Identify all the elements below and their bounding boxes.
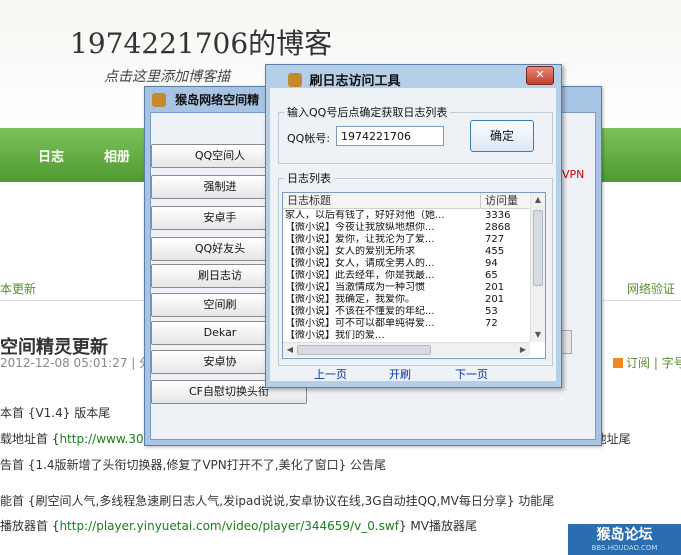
- player-link[interactable]: http://player.yinyuetai.com/video/player…: [59, 519, 399, 533]
- column-header-count[interactable]: 访问量: [485, 193, 518, 208]
- qq-input-group-title: 输入QQ号后点确定获取日志列表: [284, 104, 451, 120]
- houdao-watermark: 猴岛论坛 BBS.HOUDAO.COM: [568, 524, 681, 555]
- scroll-down-arrow-icon[interactable]: ▼: [531, 328, 545, 342]
- list-item[interactable]: 【微小说】女人，请成全男人的... 94: [283, 258, 529, 269]
- list-item[interactable]: 【微小说】不该在不懂爱的年纪... 53: [283, 306, 529, 317]
- main-tool-title: 猴岛网络空间精: [175, 93, 260, 107]
- horizontal-scroll-thumb[interactable]: [297, 345, 431, 355]
- app-icon: [152, 92, 166, 107]
- diary-list[interactable]: 日志标题 访问量 家人，以后有钱了，好好对他（她... 3336 【微小说】今夜让…: [282, 192, 546, 359]
- column-separator[interactable]: [480, 193, 481, 208]
- vertical-scrollbar[interactable]: ▲ ▼: [530, 193, 545, 342]
- diary-tool-titlebar[interactable]: 刷日志访问工具: [288, 70, 401, 89]
- qq-account-input[interactable]: 1974221706: [336, 126, 444, 146]
- watermark-text: 猴岛论坛: [596, 527, 653, 543]
- post-meta: 2012-12-08 05:01:27 | 分类: [0, 356, 164, 370]
- qq-account-label: QQ帐号:: [287, 132, 331, 145]
- breadcrumb-next[interactable]: 网络验证: [627, 280, 675, 297]
- confirm-button[interactable]: 确定: [470, 120, 534, 152]
- list-item[interactable]: 【微小说】今夜让我放纵地想你... 2868: [283, 222, 529, 233]
- post-line-player: 播放器首 {http://player.yinyuetai.com/video/…: [0, 519, 477, 533]
- rss-icon: [613, 358, 623, 368]
- app-icon: [288, 72, 302, 87]
- watermark-url: BBS.HOUDAO.COM: [591, 544, 658, 552]
- post-line-notice: 告首 {1.4版新增了头衔切换器,修复了VPN打开不了,美化了窗口} 公告尾: [0, 458, 387, 472]
- list-item[interactable]: 家人，以后有钱了，好好对他（她... 3336: [283, 210, 529, 221]
- diary-tool-title: 刷日志访问工具: [309, 74, 401, 89]
- blog-title[interactable]: 1974221706的博客: [70, 22, 332, 62]
- vpn-label: VPN: [562, 168, 585, 181]
- horizontal-scrollbar[interactable]: ◀ ▶: [283, 342, 530, 357]
- list-item[interactable]: 【微小说】当激情成为一种习惯 201: [283, 282, 529, 293]
- nav-item-album[interactable]: 相册: [104, 146, 130, 165]
- list-item[interactable]: 【微小说】此去经年，你是我最... 65: [283, 270, 529, 281]
- diary-list-group-title: 日志列表: [284, 170, 334, 186]
- post-line-version: 本首 {V1.4} 版本尾: [0, 406, 111, 420]
- list-item[interactable]: 【微小说】女人的爱别无所求 455: [283, 246, 529, 257]
- list-item[interactable]: 【微小说】爱你，让我沦为了爱... 727: [283, 234, 529, 245]
- post-line-features: 能首 {刷空间人气,多线程急速刷日志人气,发ipad说说,安卓协议在线,3G自动…: [0, 494, 555, 508]
- list-item[interactable]: 【微小说】我们的爱...: [283, 330, 529, 341]
- nav-item-diary[interactable]: 日志: [38, 146, 64, 165]
- list-item[interactable]: 【微小说】我确定，我爱你。 201: [283, 294, 529, 305]
- scroll-up-arrow-icon[interactable]: ▲: [531, 193, 545, 207]
- scroll-left-arrow-icon[interactable]: ◀: [283, 343, 297, 357]
- rss-label[interactable]: 订阅 | 字号: [626, 356, 681, 370]
- vertical-scroll-thumb[interactable]: [533, 210, 543, 286]
- scroll-right-arrow-icon[interactable]: ▶: [516, 343, 530, 357]
- list-item[interactable]: 【微小说】可不可以都单纯得爱... 72: [283, 318, 529, 329]
- next-page-link[interactable]: 下一页: [455, 366, 488, 382]
- start-refresh-link[interactable]: 开刷: [389, 366, 411, 382]
- prev-page-link[interactable]: 上一页: [314, 366, 347, 382]
- close-button[interactable]: ✕: [526, 66, 554, 85]
- column-header-title[interactable]: 日志标题: [287, 193, 331, 208]
- blog-description-prompt[interactable]: 点击这里添加博客描: [104, 66, 230, 86]
- rss-subscribe[interactable]: 订阅 | 字号: [613, 354, 681, 371]
- breadcrumb-prev[interactable]: 本更新: [0, 280, 36, 297]
- list-header: 日志标题 访问量: [283, 193, 529, 209]
